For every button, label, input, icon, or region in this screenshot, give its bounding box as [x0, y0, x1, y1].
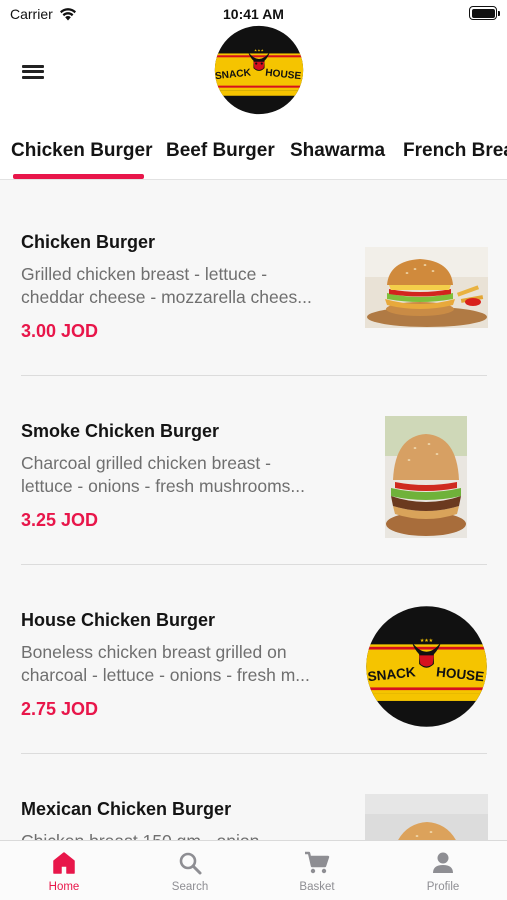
tab-french-bread[interactable]: French Bread [403, 140, 507, 162]
tab-label: Basket [299, 881, 335, 893]
tab-profile[interactable]: Profile [388, 849, 498, 893]
item-name: House Chicken Burger [21, 610, 216, 630]
item-description: Boneless chicken breast grilled on charc… [21, 642, 310, 685]
tab-chicken-burger[interactable]: Chicken Burger [11, 140, 152, 162]
menu-list[interactable]: Chicken Burger Grilled chicken breast - … [0, 180, 507, 840]
app-header: ★★★ SNACK HOUSE [0, 25, 507, 128]
cart-icon [305, 851, 330, 874]
svg-text:★★★: ★★★ [254, 49, 265, 53]
home-icon [53, 852, 75, 874]
menu-item[interactable]: House Chicken Burger Boneless chicken br… [0, 558, 507, 754]
status-time: 10:41 AM [223, 6, 284, 22]
item-description: Chicken breast 150 gm - onion [21, 830, 343, 840]
search-icon [179, 852, 202, 875]
person-icon [433, 852, 453, 873]
menu-item[interactable]: Mexican Chicken Burger Chicken breast 15… [0, 747, 507, 840]
item-name: Chicken Burger [21, 232, 156, 252]
item-price: 3.25 JOD [21, 510, 99, 530]
smoke-chicken-burger-image[interactable] [385, 416, 467, 538]
house-chicken-burger-logo-image[interactable]: ★★★ SNACK HOUSE [365, 605, 488, 728]
category-tabs: Chicken Burger Beef Burger Shawarma Fren… [0, 128, 507, 180]
battery-icon [469, 6, 500, 20]
mexican-chicken-burger-image[interactable] [365, 794, 488, 840]
chicken-burger-image[interactable] [365, 247, 488, 328]
brand-logo: ★★★ SNACK HOUSE [215, 25, 304, 115]
menu-button[interactable] [22, 62, 48, 82]
tab-basket[interactable]: Basket [262, 849, 372, 893]
item-description: Grilled chicken breast - lettuce - chedd… [21, 264, 312, 307]
tab-home[interactable]: Home [9, 849, 119, 893]
tab-label: Profile [426, 881, 460, 893]
item-price: 3.00 JOD [21, 321, 99, 341]
tab-label: Home [48, 881, 80, 893]
hamburger-icon [22, 64, 44, 68]
item-price: 2.75 JOD [21, 699, 99, 719]
menu-item[interactable]: Chicken Burger Grilled chicken breast - … [0, 180, 507, 376]
tab-shawarma[interactable]: Shawarma [290, 140, 385, 162]
active-tab-indicator [13, 174, 144, 179]
item-name: Smoke Chicken Burger [21, 421, 220, 441]
tab-search[interactable]: Search [135, 849, 245, 893]
menu-item[interactable]: Smoke Chicken Burger Charcoal grilled ch… [0, 369, 507, 565]
item-description: Charcoal grilled chicken breast - lettuc… [21, 453, 305, 496]
tab-beef-burger[interactable]: Beef Burger [166, 140, 275, 162]
item-name: Mexican Chicken Burger [21, 799, 232, 819]
bottom-tab-bar: Home Search Basket Profile [0, 840, 507, 900]
svg-text:★★★: ★★★ [420, 638, 434, 644]
tab-label: Search [171, 881, 209, 893]
